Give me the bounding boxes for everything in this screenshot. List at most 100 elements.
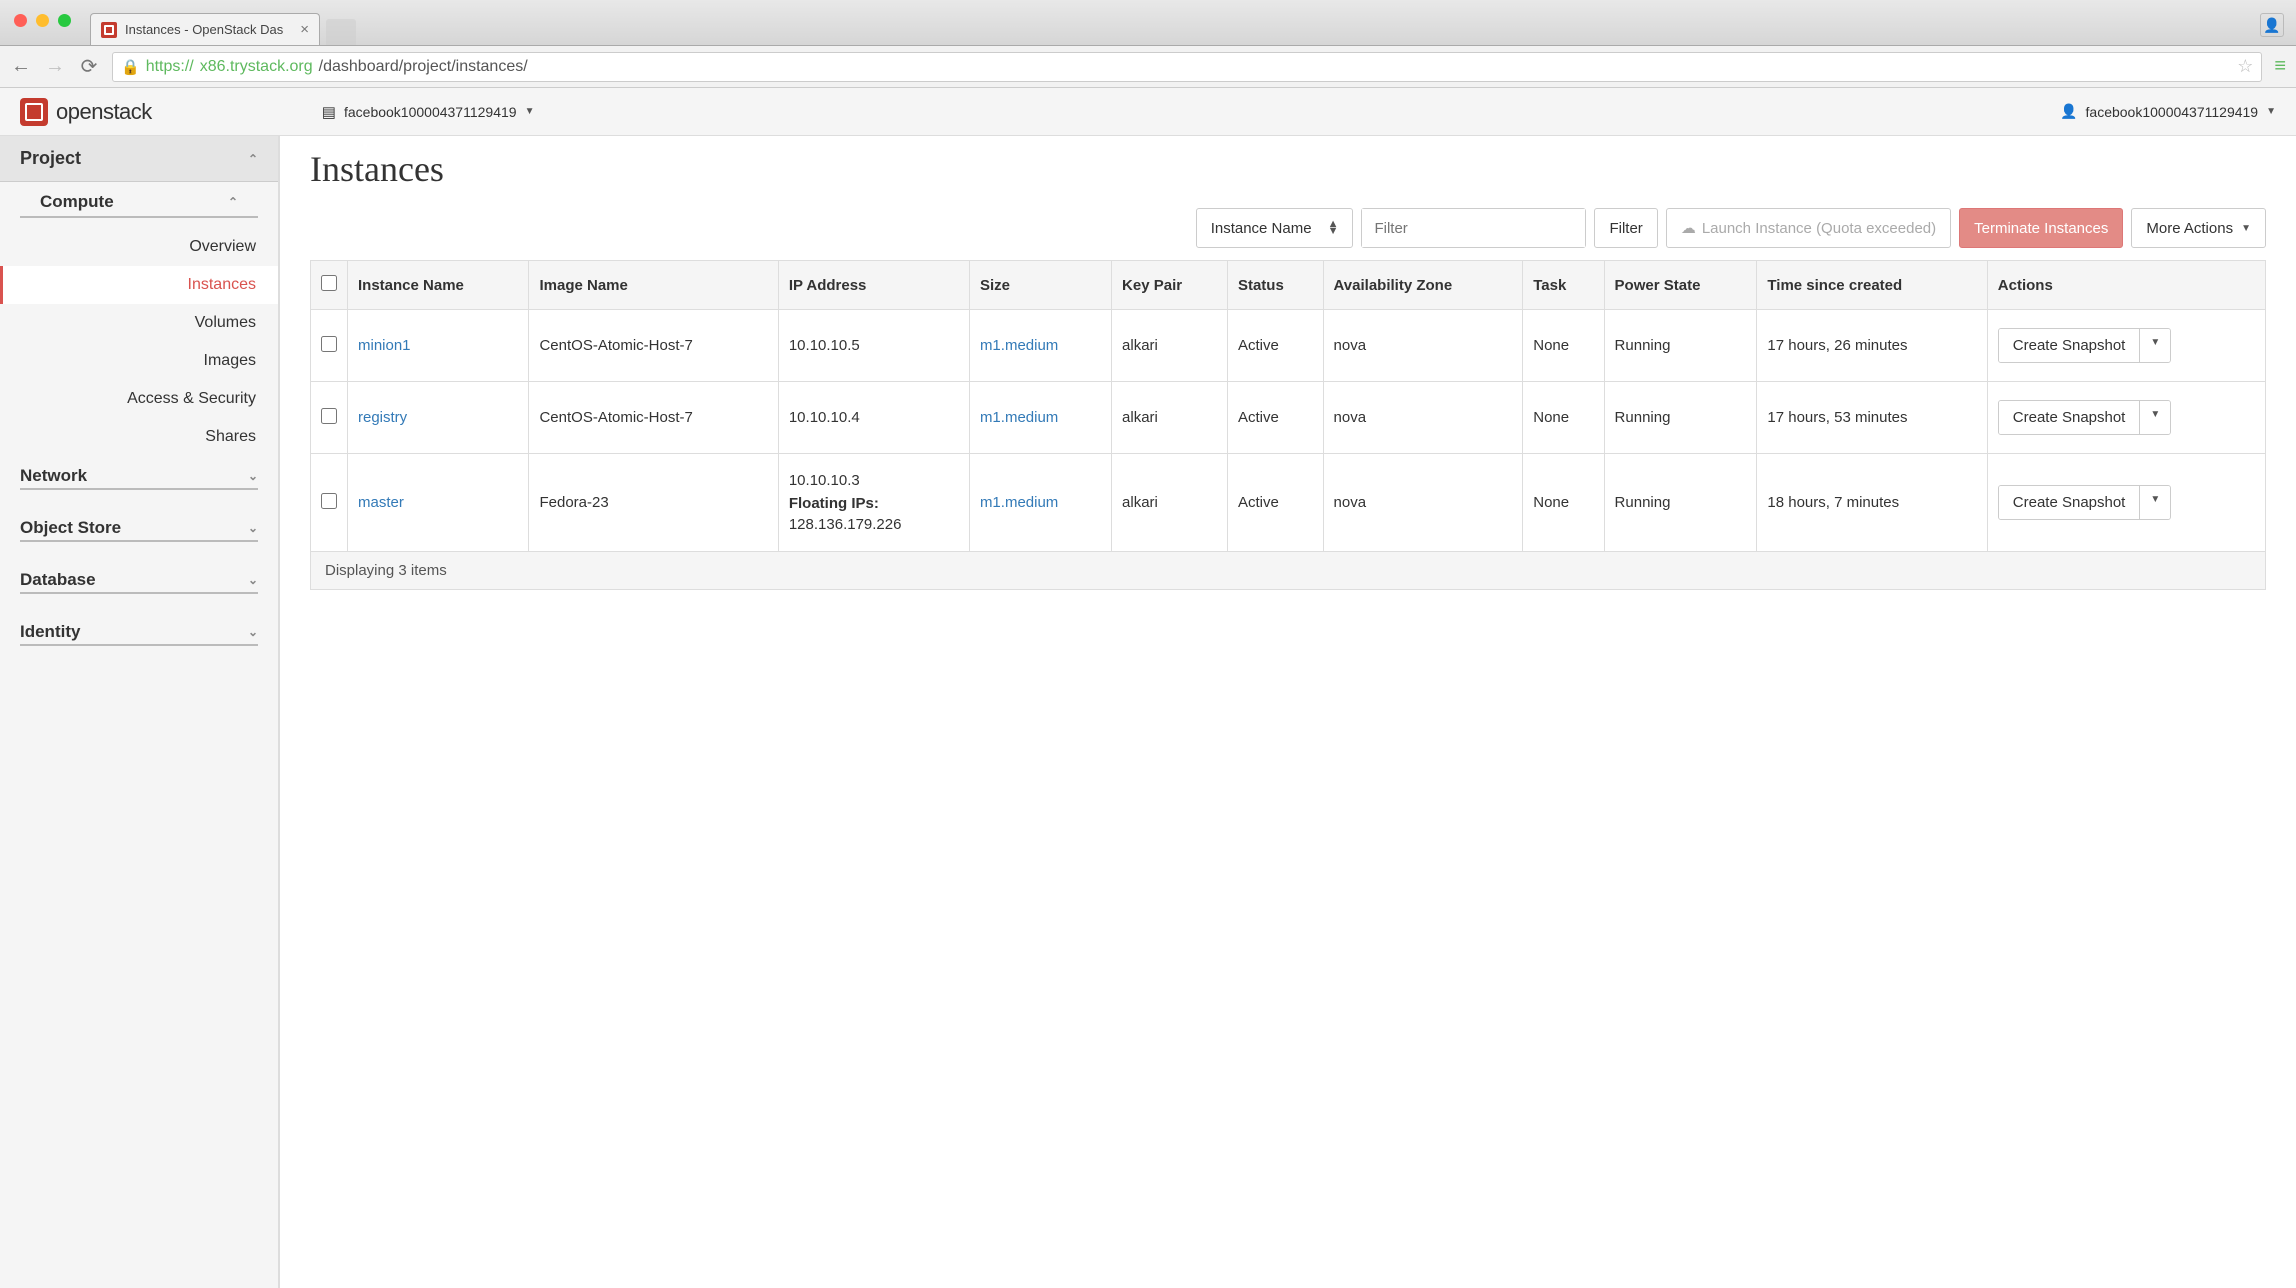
table-header-row: Instance Name Image Name IP Address Size… [311, 261, 2266, 310]
sidebar-section-project[interactable]: Project ⌃ [0, 136, 278, 182]
forward-button[interactable]: → [44, 55, 66, 78]
section-label: Identity [20, 622, 80, 642]
user-menu[interactable]: 👤 facebook100004371129419 ▼ [2060, 103, 2276, 120]
bookmark-icon[interactable]: ☆ [2237, 56, 2253, 77]
cell-time: 17 hours, 53 minutes [1757, 382, 1987, 454]
section-label: Network [20, 466, 87, 486]
cell-ip: 10.10.10.4 [778, 382, 969, 454]
favicon-icon [101, 22, 117, 38]
cell-power: Running [1604, 310, 1757, 382]
cloud-upload-icon [1681, 219, 1702, 237]
more-actions-label: More Actions [2146, 220, 2233, 237]
sidebar-section-identity[interactable]: Identity ⌄ [20, 612, 258, 646]
size-link[interactable]: m1.medium [980, 409, 1058, 426]
table-controls: Instance Name ▲▼ Filter Launch Instance … [310, 208, 2266, 248]
section-label: Compute [40, 192, 114, 212]
sidebar-item-overview[interactable]: Overview [0, 228, 278, 266]
cell-time: 17 hours, 26 minutes [1757, 310, 1987, 382]
cell-az: nova [1323, 310, 1523, 382]
browser-toolbar: ← → ⟳ 🔒 https://x86.trystack.org/dashboa… [0, 46, 2296, 88]
row-action-group: Create Snapshot ▼ [1998, 328, 2171, 363]
section-label: Project [20, 148, 81, 169]
app-header: openstack ▤ facebook100004371129419 ▼ 👤 … [0, 88, 2296, 136]
brand-logo[interactable]: openstack [20, 98, 152, 126]
new-tab-button[interactable] [326, 19, 356, 45]
row-checkbox[interactable] [321, 408, 337, 424]
chevron-down-icon: ⌄ [248, 625, 258, 639]
browser-tab[interactable]: Instances - OpenStack Das × [90, 13, 320, 45]
project-selector[interactable]: ▤ facebook100004371129419 ▼ [322, 103, 535, 121]
address-bar[interactable]: 🔒 https://x86.trystack.org/dashboard/pro… [112, 52, 2262, 82]
row-action-dropdown[interactable]: ▼ [2139, 329, 2170, 362]
instance-link[interactable]: minion1 [358, 337, 411, 354]
size-link[interactable]: m1.medium [980, 494, 1058, 511]
select-caret-icon: ▲▼ [1328, 221, 1339, 234]
maximize-window-button[interactable] [58, 14, 71, 27]
ip-fixed: 10.10.10.4 [789, 409, 959, 426]
user-name: facebook100004371129419 [2086, 104, 2259, 120]
instance-link[interactable]: master [358, 494, 404, 511]
create-snapshot-button[interactable]: Create Snapshot [1999, 486, 2140, 519]
cell-task: None [1523, 454, 1604, 552]
sidebar-item-images[interactable]: Images [0, 342, 278, 380]
sidebar-item-instances[interactable]: Instances [0, 266, 278, 304]
filter-input[interactable] [1362, 209, 1585, 247]
url-protocol: https:// [146, 58, 194, 76]
logo-icon [20, 98, 48, 126]
profile-icon[interactable]: 👤 [2260, 13, 2284, 37]
page-title: Instances [310, 148, 2266, 190]
col-power: Power State [1604, 261, 1757, 310]
cell-power: Running [1604, 382, 1757, 454]
reload-button[interactable]: ⟳ [78, 54, 100, 79]
instance-link[interactable]: registry [358, 409, 407, 426]
caret-down-icon: ▼ [2266, 106, 2276, 117]
sidebar-item-shares[interactable]: Shares [0, 418, 278, 456]
row-action-dropdown[interactable]: ▼ [2139, 401, 2170, 434]
minimize-window-button[interactable] [36, 14, 49, 27]
row-checkbox[interactable] [321, 493, 337, 509]
sidebar-item-volumes[interactable]: Volumes [0, 304, 278, 342]
terminate-instances-button[interactable]: Terminate Instances [1959, 208, 2123, 248]
tab-close-icon[interactable]: × [300, 21, 309, 38]
row-checkbox[interactable] [321, 336, 337, 352]
cell-status: Active [1227, 310, 1323, 382]
sidebar-section-object-store[interactable]: Object Store ⌄ [20, 508, 258, 542]
url-path: /dashboard/project/instances/ [319, 58, 528, 76]
sidebar-section-network[interactable]: Network ⌄ [20, 456, 258, 490]
hamburger-menu-icon[interactable]: ≡ [2274, 55, 2286, 78]
filter-field-select[interactable]: Instance Name ▲▼ [1196, 208, 1354, 248]
cell-status: Active [1227, 382, 1323, 454]
back-button[interactable]: ← [10, 55, 32, 78]
cell-key: alkari [1112, 310, 1228, 382]
row-action-dropdown[interactable]: ▼ [2139, 486, 2170, 519]
browser-tabstrip: Instances - OpenStack Das × 👤 [0, 0, 2296, 46]
select-all-checkbox[interactable] [321, 275, 337, 291]
chevron-down-icon: ⌄ [248, 521, 258, 535]
filter-button[interactable]: Filter [1594, 208, 1657, 248]
main-content: Instances Instance Name ▲▼ Filter Launch… [280, 136, 2296, 1288]
col-time: Time since created [1757, 261, 1987, 310]
col-key-pair: Key Pair [1112, 261, 1228, 310]
caret-down-icon: ▼ [525, 106, 535, 117]
col-task: Task [1523, 261, 1604, 310]
sidebar-section-database[interactable]: Database ⌄ [20, 560, 258, 594]
more-actions-button[interactable]: More Actions ▼ [2131, 208, 2266, 248]
table-row: minion1 CentOS-Atomic-Host-7 10.10.10.5 … [311, 310, 2266, 382]
size-link[interactable]: m1.medium [980, 337, 1058, 354]
close-window-button[interactable] [14, 14, 27, 27]
cell-image: CentOS-Atomic-Host-7 [529, 310, 778, 382]
launch-label: Launch Instance (Quota exceeded) [1702, 220, 1936, 237]
create-snapshot-button[interactable]: Create Snapshot [1999, 401, 2140, 434]
col-image-name: Image Name [529, 261, 778, 310]
launch-instance-button[interactable]: Launch Instance (Quota exceeded) [1666, 208, 1951, 248]
section-label: Database [20, 570, 96, 590]
col-actions: Actions [1987, 261, 2265, 310]
chevron-down-icon: ⌄ [248, 573, 258, 587]
sidebar-item-access-security[interactable]: Access & Security [0, 380, 278, 418]
sidebar-section-compute[interactable]: Compute ⌃ [20, 182, 258, 218]
cell-image: Fedora-23 [529, 454, 778, 552]
table-row: registry CentOS-Atomic-Host-7 10.10.10.4… [311, 382, 2266, 454]
cell-key: alkari [1112, 454, 1228, 552]
project-name: facebook100004371129419 [344, 104, 517, 120]
create-snapshot-button[interactable]: Create Snapshot [1999, 329, 2140, 362]
